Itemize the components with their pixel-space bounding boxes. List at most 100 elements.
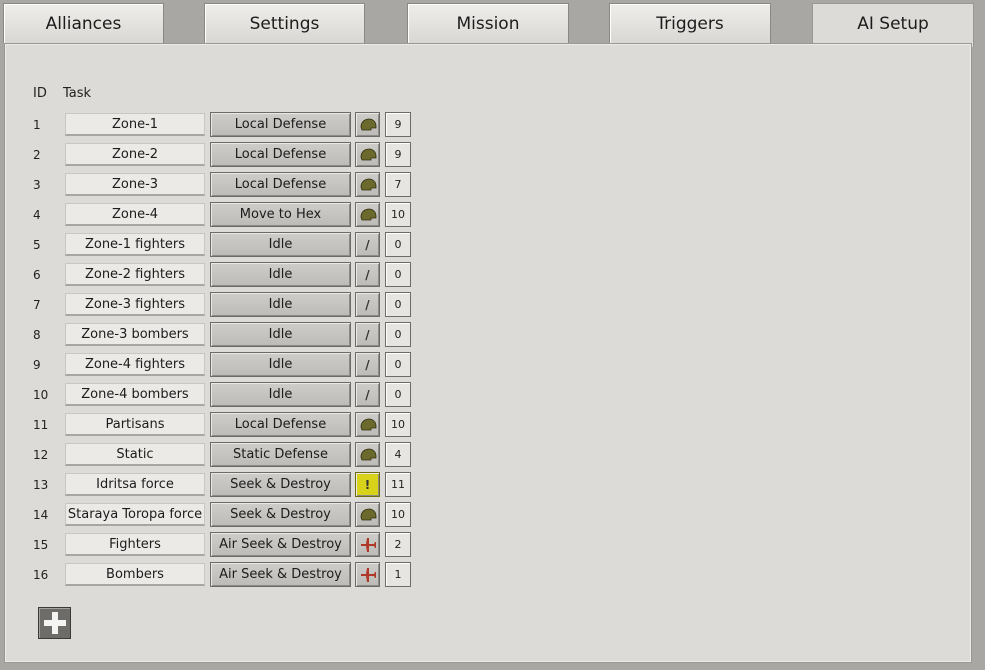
task-name-field[interactable]: Zone-2 fighters <box>65 263 205 286</box>
task-type-button[interactable]: Local Defense <box>210 412 351 437</box>
task-status-button[interactable] <box>355 172 380 197</box>
add-task-button[interactable] <box>38 607 71 639</box>
task-status-button[interactable] <box>355 142 380 167</box>
tab-triggers[interactable]: Triggers <box>609 3 771 43</box>
task-name-field[interactable]: Bombers <box>65 563 205 586</box>
task-type-button[interactable]: Idle <box>210 382 351 407</box>
slash-icon: / <box>365 387 370 402</box>
table-row: 16 Bombers Air Seek & Destroy 1 <box>0 561 420 589</box>
column-header-task: Task <box>63 86 92 101</box>
task-status-button[interactable] <box>355 562 380 587</box>
helmet-icon <box>360 448 376 461</box>
plane-icon <box>360 537 376 552</box>
task-status-button[interactable]: / <box>355 232 380 257</box>
slash-icon: / <box>365 237 370 252</box>
task-status-button[interactable] <box>355 112 380 137</box>
row-id: 6 <box>33 268 41 282</box>
unit-count: 1 <box>385 562 411 587</box>
task-name-field[interactable]: Zone-3 bombers <box>65 323 205 346</box>
unit-count: 7 <box>385 172 411 197</box>
row-id: 3 <box>33 178 41 192</box>
task-name-field[interactable]: Partisans <box>65 413 205 436</box>
row-id: 7 <box>33 298 41 312</box>
task-name-field[interactable]: Zone-2 <box>65 143 205 166</box>
task-name-field[interactable]: Zone-4 <box>65 203 205 226</box>
table-row: 2 Zone-2 Local Defense 9 <box>0 141 420 169</box>
row-id: 5 <box>33 238 41 252</box>
task-status-button[interactable]: / <box>355 382 380 407</box>
table-row: 3 Zone-3 Local Defense 7 <box>0 171 420 199</box>
unit-count: 10 <box>385 502 411 527</box>
table-row: 13 Idritsa force Seek & Destroy! 11 <box>0 471 420 499</box>
unit-count: 10 <box>385 412 411 437</box>
task-name-field[interactable]: Zone-3 fighters <box>65 293 205 316</box>
unit-count: 2 <box>385 532 411 557</box>
row-id: 8 <box>33 328 41 342</box>
slash-icon: / <box>365 297 370 312</box>
task-status-button[interactable]: / <box>355 262 380 287</box>
unit-count: 4 <box>385 442 411 467</box>
task-type-button[interactable]: Seek & Destroy <box>210 472 351 497</box>
tab-settings[interactable]: Settings <box>204 3 365 43</box>
task-status-button[interactable] <box>355 442 380 467</box>
slash-icon: / <box>365 327 370 342</box>
tab-bar: Alliances Settings Mission Triggers AI S… <box>0 0 985 47</box>
table-row: 10 Zone-4 bombers Idle / 0 <box>0 381 420 409</box>
task-status-button[interactable] <box>355 412 380 437</box>
task-type-button[interactable]: Air Seek & Destroy <box>210 532 351 557</box>
column-header-id: ID <box>33 86 47 101</box>
table-row: 1 Zone-1 Local Defense 9 <box>0 111 420 139</box>
slash-icon: / <box>365 267 370 282</box>
unit-count: 10 <box>385 202 411 227</box>
task-name-field[interactable]: Zone-4 bombers <box>65 383 205 406</box>
warning-icon: ! <box>364 477 371 492</box>
task-name-field[interactable]: Zone-3 <box>65 173 205 196</box>
task-name-field[interactable]: Zone-1 <box>65 113 205 136</box>
table-row: 8 Zone-3 bombers Idle / 0 <box>0 321 420 349</box>
tab-alliances[interactable]: Alliances <box>3 3 164 43</box>
task-status-button[interactable]: ! <box>355 472 380 497</box>
task-name-field[interactable]: Zone-4 fighters <box>65 353 205 376</box>
task-type-button[interactable]: Idle <box>210 352 351 377</box>
table-row: 6 Zone-2 fighters Idle / 0 <box>0 261 420 289</box>
task-type-button[interactable]: Seek & Destroy <box>210 502 351 527</box>
row-id: 10 <box>33 388 49 402</box>
row-id: 4 <box>33 208 41 222</box>
task-name-field[interactable]: Staraya Toropa force <box>65 503 205 526</box>
task-status-button[interactable]: / <box>355 292 380 317</box>
task-status-button[interactable]: / <box>355 322 380 347</box>
table-row: 14 Staraya Toropa force Seek & Destroy 10 <box>0 501 420 529</box>
row-id: 16 <box>33 568 49 582</box>
task-status-button[interactable]: / <box>355 352 380 377</box>
task-name-field[interactable]: Zone-1 fighters <box>65 233 205 256</box>
unit-count: 0 <box>385 292 411 317</box>
task-type-button[interactable]: Idle <box>210 232 351 257</box>
unit-count: 0 <box>385 352 411 377</box>
task-type-button[interactable]: Idle <box>210 322 351 347</box>
task-type-button[interactable]: Local Defense <box>210 172 351 197</box>
task-type-button[interactable]: Move to Hex <box>210 202 351 227</box>
task-status-button[interactable] <box>355 202 380 227</box>
task-type-button[interactable]: Idle <box>210 262 351 287</box>
task-type-button[interactable]: Idle <box>210 292 351 317</box>
tab-mission[interactable]: Mission <box>407 3 569 43</box>
task-status-button[interactable] <box>355 502 380 527</box>
task-type-button[interactable]: Local Defense <box>210 142 351 167</box>
helmet-icon <box>360 148 376 161</box>
helmet-icon <box>360 208 376 221</box>
plane-icon <box>360 567 376 582</box>
helmet-icon <box>360 508 376 521</box>
helmet-icon <box>360 118 376 131</box>
helmet-icon <box>360 418 376 431</box>
task-name-field[interactable]: Idritsa force <box>65 473 205 496</box>
task-type-button[interactable]: Static Defense <box>210 442 351 467</box>
task-type-button[interactable]: Local Defense <box>210 112 351 137</box>
task-type-button[interactable]: Air Seek & Destroy <box>210 562 351 587</box>
table-row: 15 Fighters Air Seek & Destroy 2 <box>0 531 420 559</box>
task-name-field[interactable]: Fighters <box>65 533 205 556</box>
task-name-field[interactable]: Static <box>65 443 205 466</box>
tab-ai-setup[interactable]: AI Setup <box>812 3 974 47</box>
task-status-button[interactable] <box>355 532 380 557</box>
helmet-icon <box>360 178 376 191</box>
table-row: 9 Zone-4 fighters Idle / 0 <box>0 351 420 379</box>
